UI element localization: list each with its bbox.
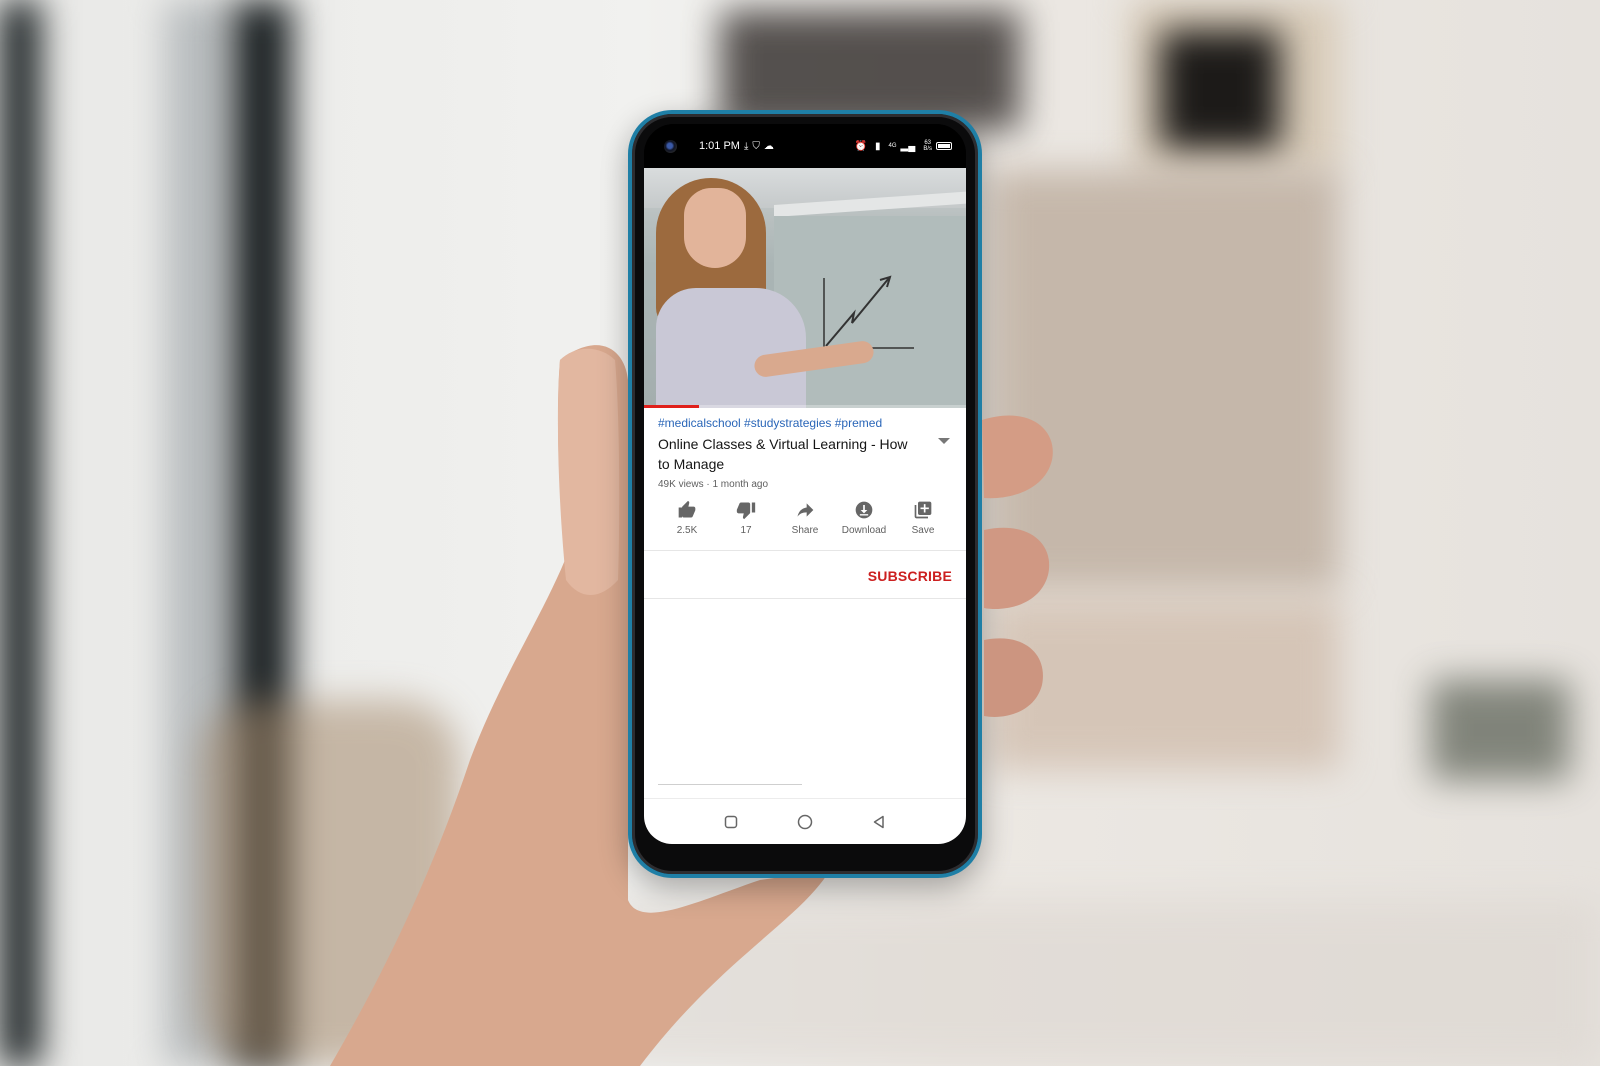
dislike-count: 17 <box>740 525 752 536</box>
background-shelf <box>990 600 1340 770</box>
recents-button[interactable] <box>719 810 743 834</box>
share-label: Share <box>791 525 819 536</box>
hashtags[interactable]: #medicalschool #studystrategies #premed <box>658 416 882 430</box>
android-nav-bar <box>644 798 966 844</box>
background-shelf <box>990 170 1340 590</box>
back-button[interactable] <box>867 810 891 834</box>
download-label: Download <box>841 525 887 536</box>
network-type: 4G <box>888 143 897 149</box>
download-icon: ⤓ <box>743 140 749 152</box>
recents-icon <box>724 815 738 828</box>
share-icon <box>797 503 814 517</box>
save-label: Save <box>911 525 935 536</box>
video-details: #medicalschool #studystrategies #premed … <box>644 408 966 798</box>
video-frame-presenter <box>684 188 746 268</box>
status-bar: 1:01 PM ⤓ ⛉ ☁ ⏰ ▮ 4G ▂▄ 63 B/s <box>644 124 966 168</box>
save-button[interactable]: Save <box>894 500 952 536</box>
home-icon <box>797 814 813 829</box>
front-camera <box>664 139 677 153</box>
shield-icon: ⛉ <box>752 140 760 152</box>
video-player[interactable] <box>644 168 966 408</box>
like-button[interactable]: 2.5K <box>658 500 716 536</box>
battery-icon <box>936 142 952 150</box>
background-plant <box>1430 680 1570 780</box>
phone-screen: 1:01 PM ⤓ ⛉ ☁ ⏰ ▮ 4G ▂▄ 63 B/s #medicals… <box>644 124 966 844</box>
video-title: Online Classes & Virtual Learning - How … <box>658 436 908 472</box>
video-frame-presenter <box>656 288 806 408</box>
loading-indicator <box>658 784 802 785</box>
background-window-frame <box>0 0 40 1066</box>
save-playlist-icon <box>914 501 932 519</box>
signal-icon: ▂▄ <box>900 140 916 152</box>
share-button[interactable]: Share <box>776 500 834 536</box>
divider <box>644 550 966 551</box>
phone: 1:01 PM ⤓ ⛉ ☁ ⏰ ▮ 4G ▂▄ 63 B/s #medicals… <box>628 110 982 878</box>
network-speed: 63 B/s <box>923 140 932 152</box>
video-meta: 49K views · 1 month ago <box>658 479 769 490</box>
thumbs-down-icon <box>736 502 756 520</box>
thumbs-up-icon <box>678 500 696 518</box>
background-object <box>1160 30 1280 150</box>
subscribe-button[interactable]: SUBSCRIBE <box>868 568 952 584</box>
cloud-icon: ☁ <box>763 140 774 152</box>
dislike-button[interactable]: 17 <box>717 500 775 536</box>
expand-description-icon[interactable] <box>938 438 950 444</box>
background-floor <box>600 900 1600 1066</box>
action-bar: 2.5K 17 Share Download Save <box>658 500 952 536</box>
like-count: 2.5K <box>676 525 698 536</box>
vibrate-icon: ▮ <box>875 140 881 152</box>
back-icon <box>873 815 884 828</box>
speed-unit: B/s <box>923 146 932 152</box>
home-button[interactable] <box>793 810 817 834</box>
background-chair <box>200 700 460 1066</box>
download-icon <box>855 501 873 519</box>
download-button[interactable]: Download <box>835 500 893 536</box>
status-time: 1:01 PM <box>699 140 740 152</box>
divider <box>644 598 966 599</box>
alarm-icon: ⏰ <box>854 140 868 152</box>
